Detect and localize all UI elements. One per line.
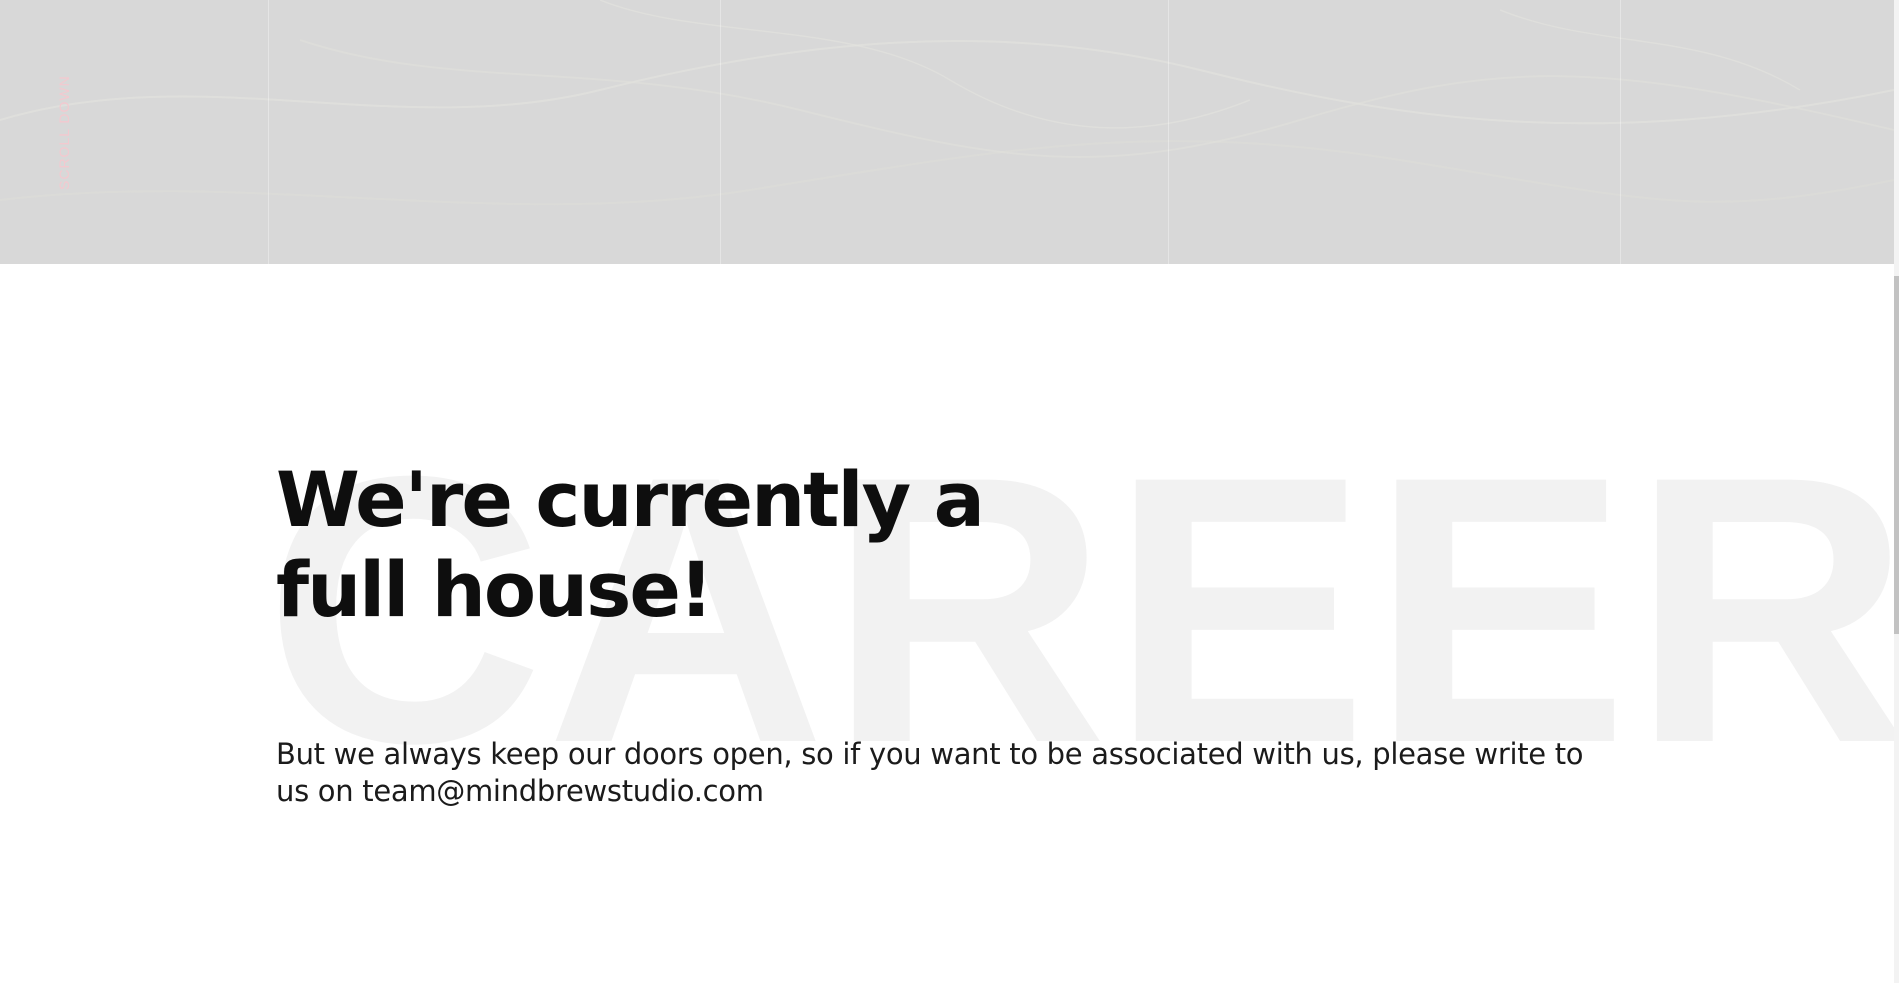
hero-banner: SCROLL DOWN: [0, 0, 1894, 264]
career-headline: We're currently a full house!: [276, 455, 985, 634]
grid-line: [1168, 0, 1169, 264]
grid-line: [268, 0, 269, 264]
career-email-link[interactable]: team@mindbrewstudio.com: [362, 774, 764, 808]
grid-line: [1620, 0, 1621, 264]
grid-line: [720, 0, 721, 264]
hero-background-texture: [0, 0, 1894, 206]
page: SCROLL DOWN CAREER We're currently a ful…: [0, 0, 1899, 983]
scroll-down-link[interactable]: SCROLL DOWN: [56, 75, 76, 190]
career-description: But we always keep our doors open, so if…: [276, 736, 1616, 810]
page-scrollbar-track[interactable]: [1894, 0, 1899, 983]
page-scrollbar-thumb[interactable]: [1894, 276, 1899, 634]
scroll-down-label: SCROLL DOWN: [56, 75, 72, 190]
